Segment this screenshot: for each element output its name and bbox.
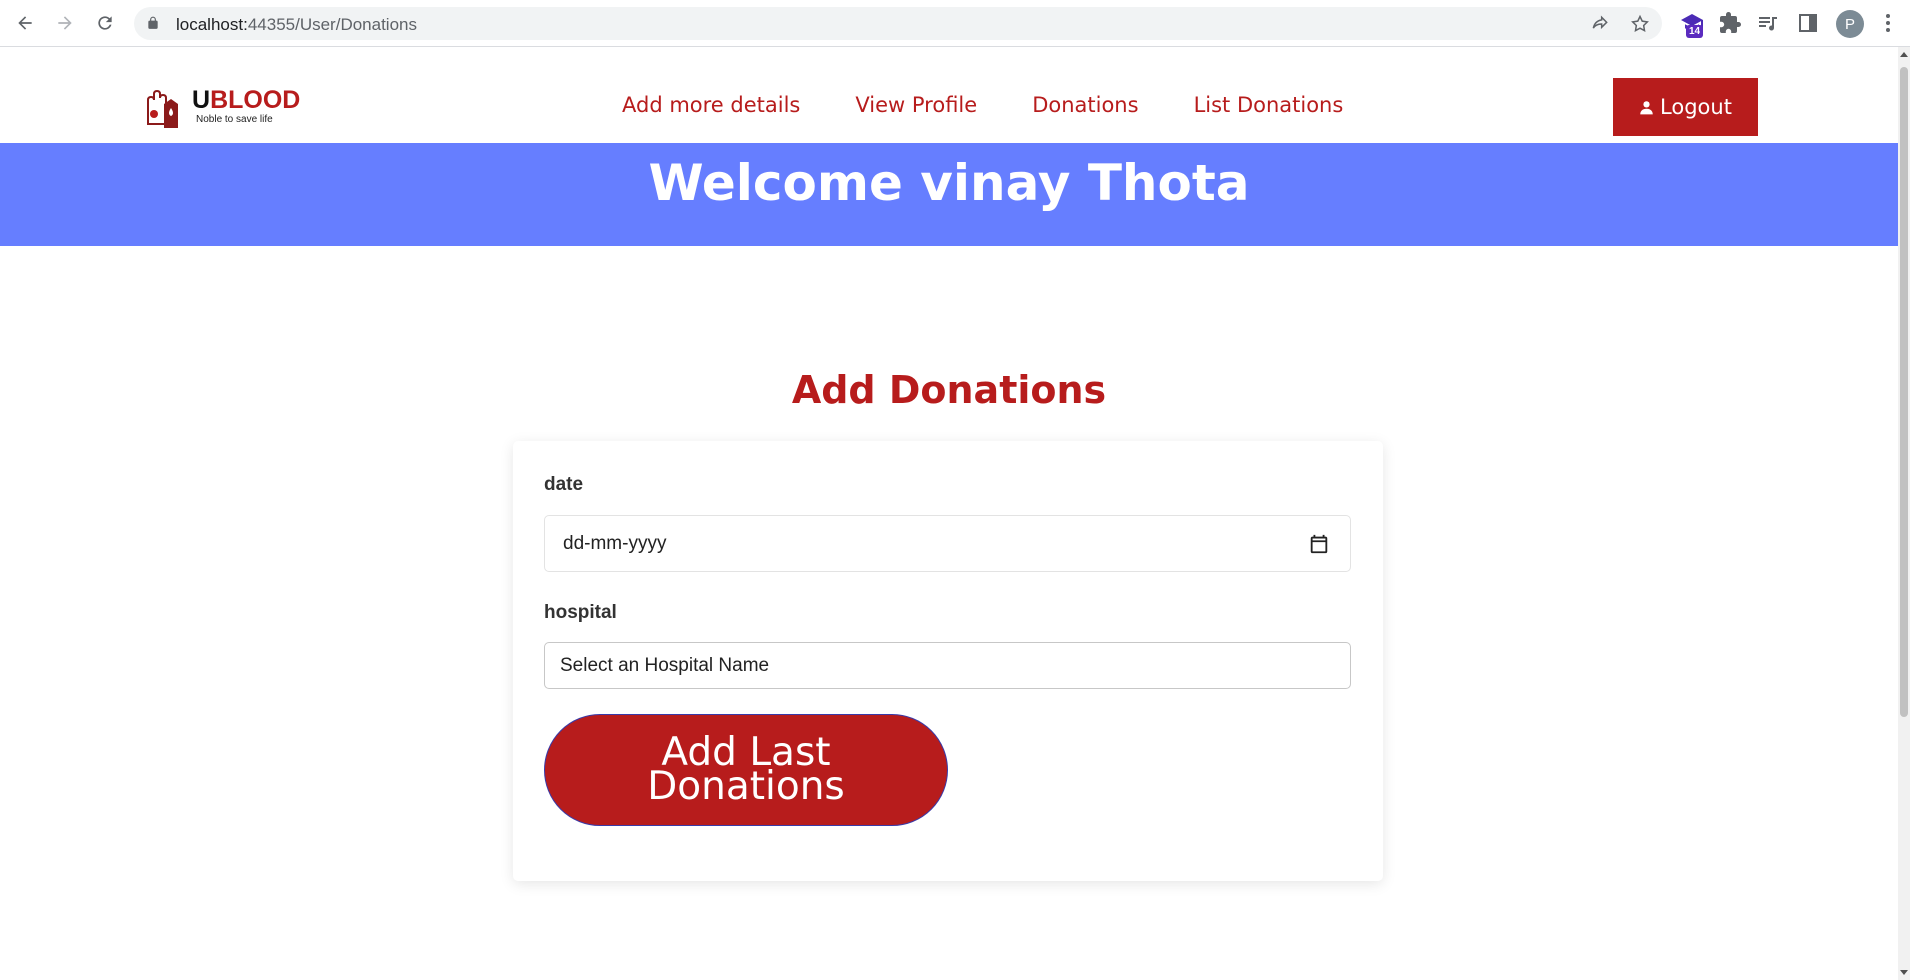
- nav-list-donations[interactable]: List Donations: [1194, 93, 1344, 117]
- share-icon[interactable]: [1590, 14, 1610, 34]
- arrow-right-icon: [58, 16, 72, 30]
- date-input-value: dd-mm-yyyy: [563, 533, 667, 554]
- arrow-left-icon: [18, 16, 32, 30]
- browser-toolbar: localhost:44355/User/Donations 14 P: [0, 0, 1910, 47]
- date-label: date: [544, 474, 584, 495]
- logout-label: Logout: [1660, 95, 1732, 119]
- profile-avatar[interactable]: P: [1836, 10, 1864, 38]
- logo-tagline: Noble to save life: [196, 114, 273, 125]
- add-last-donations-button[interactable]: Add Last Donations: [544, 714, 948, 826]
- scroll-up-arrow[interactable]: [1900, 52, 1908, 57]
- logo-wordmark: UBLOOD: [192, 86, 301, 114]
- back-button[interactable]: [10, 8, 40, 38]
- donation-form-card: date dd-mm-yyyy hospital Select an Hospi…: [513, 441, 1383, 881]
- welcome-banner: Welcome vinay Thota: [0, 143, 1898, 246]
- reload-icon: [98, 16, 112, 30]
- address-bar[interactable]: localhost:44355/User/Donations: [134, 7, 1662, 40]
- calendar-icon[interactable]: [1308, 533, 1330, 555]
- more-vert-icon[interactable]: [1876, 11, 1900, 35]
- side-panel-icon[interactable]: [1796, 11, 1820, 35]
- main-nav: Add more details View Profile Donations …: [622, 93, 1398, 117]
- lock-icon: [148, 16, 158, 29]
- nav-donations[interactable]: Donations: [1032, 93, 1138, 117]
- blood-hand-logo-icon: [147, 89, 178, 128]
- add-donations-heading: Add Donations: [791, 368, 1107, 412]
- ublood-logo[interactable]: UBLOOD Noble to save life: [142, 84, 302, 134]
- welcome-title: Welcome vinay Thota: [648, 154, 1250, 212]
- url-text: localhost:44355/User/Donations: [176, 15, 417, 34]
- user-icon: [1640, 100, 1653, 114]
- date-input[interactable]: dd-mm-yyyy: [544, 515, 1351, 572]
- puzzle-extensions-icon[interactable]: [1718, 11, 1742, 35]
- logout-button[interactable]: Logout: [1613, 78, 1758, 136]
- nav-add-more-details[interactable]: Add more details: [622, 93, 800, 117]
- page-scrollbar[interactable]: [1898, 47, 1910, 980]
- hospital-label: hospital: [544, 602, 617, 623]
- forward-button[interactable]: [50, 8, 80, 38]
- scroll-down-arrow[interactable]: [1900, 970, 1908, 975]
- extension-badge: 14: [1686, 25, 1704, 38]
- hospital-select[interactable]: Select an Hospital Name: [544, 642, 1351, 689]
- reload-button[interactable]: [90, 8, 120, 38]
- bookmark-star-icon[interactable]: [1630, 14, 1650, 34]
- hospital-select-value: Select an Hospital Name: [560, 655, 770, 676]
- reading-list-icon[interactable]: [1756, 11, 1780, 35]
- scroll-thumb[interactable]: [1900, 67, 1908, 717]
- nav-view-profile[interactable]: View Profile: [855, 93, 977, 117]
